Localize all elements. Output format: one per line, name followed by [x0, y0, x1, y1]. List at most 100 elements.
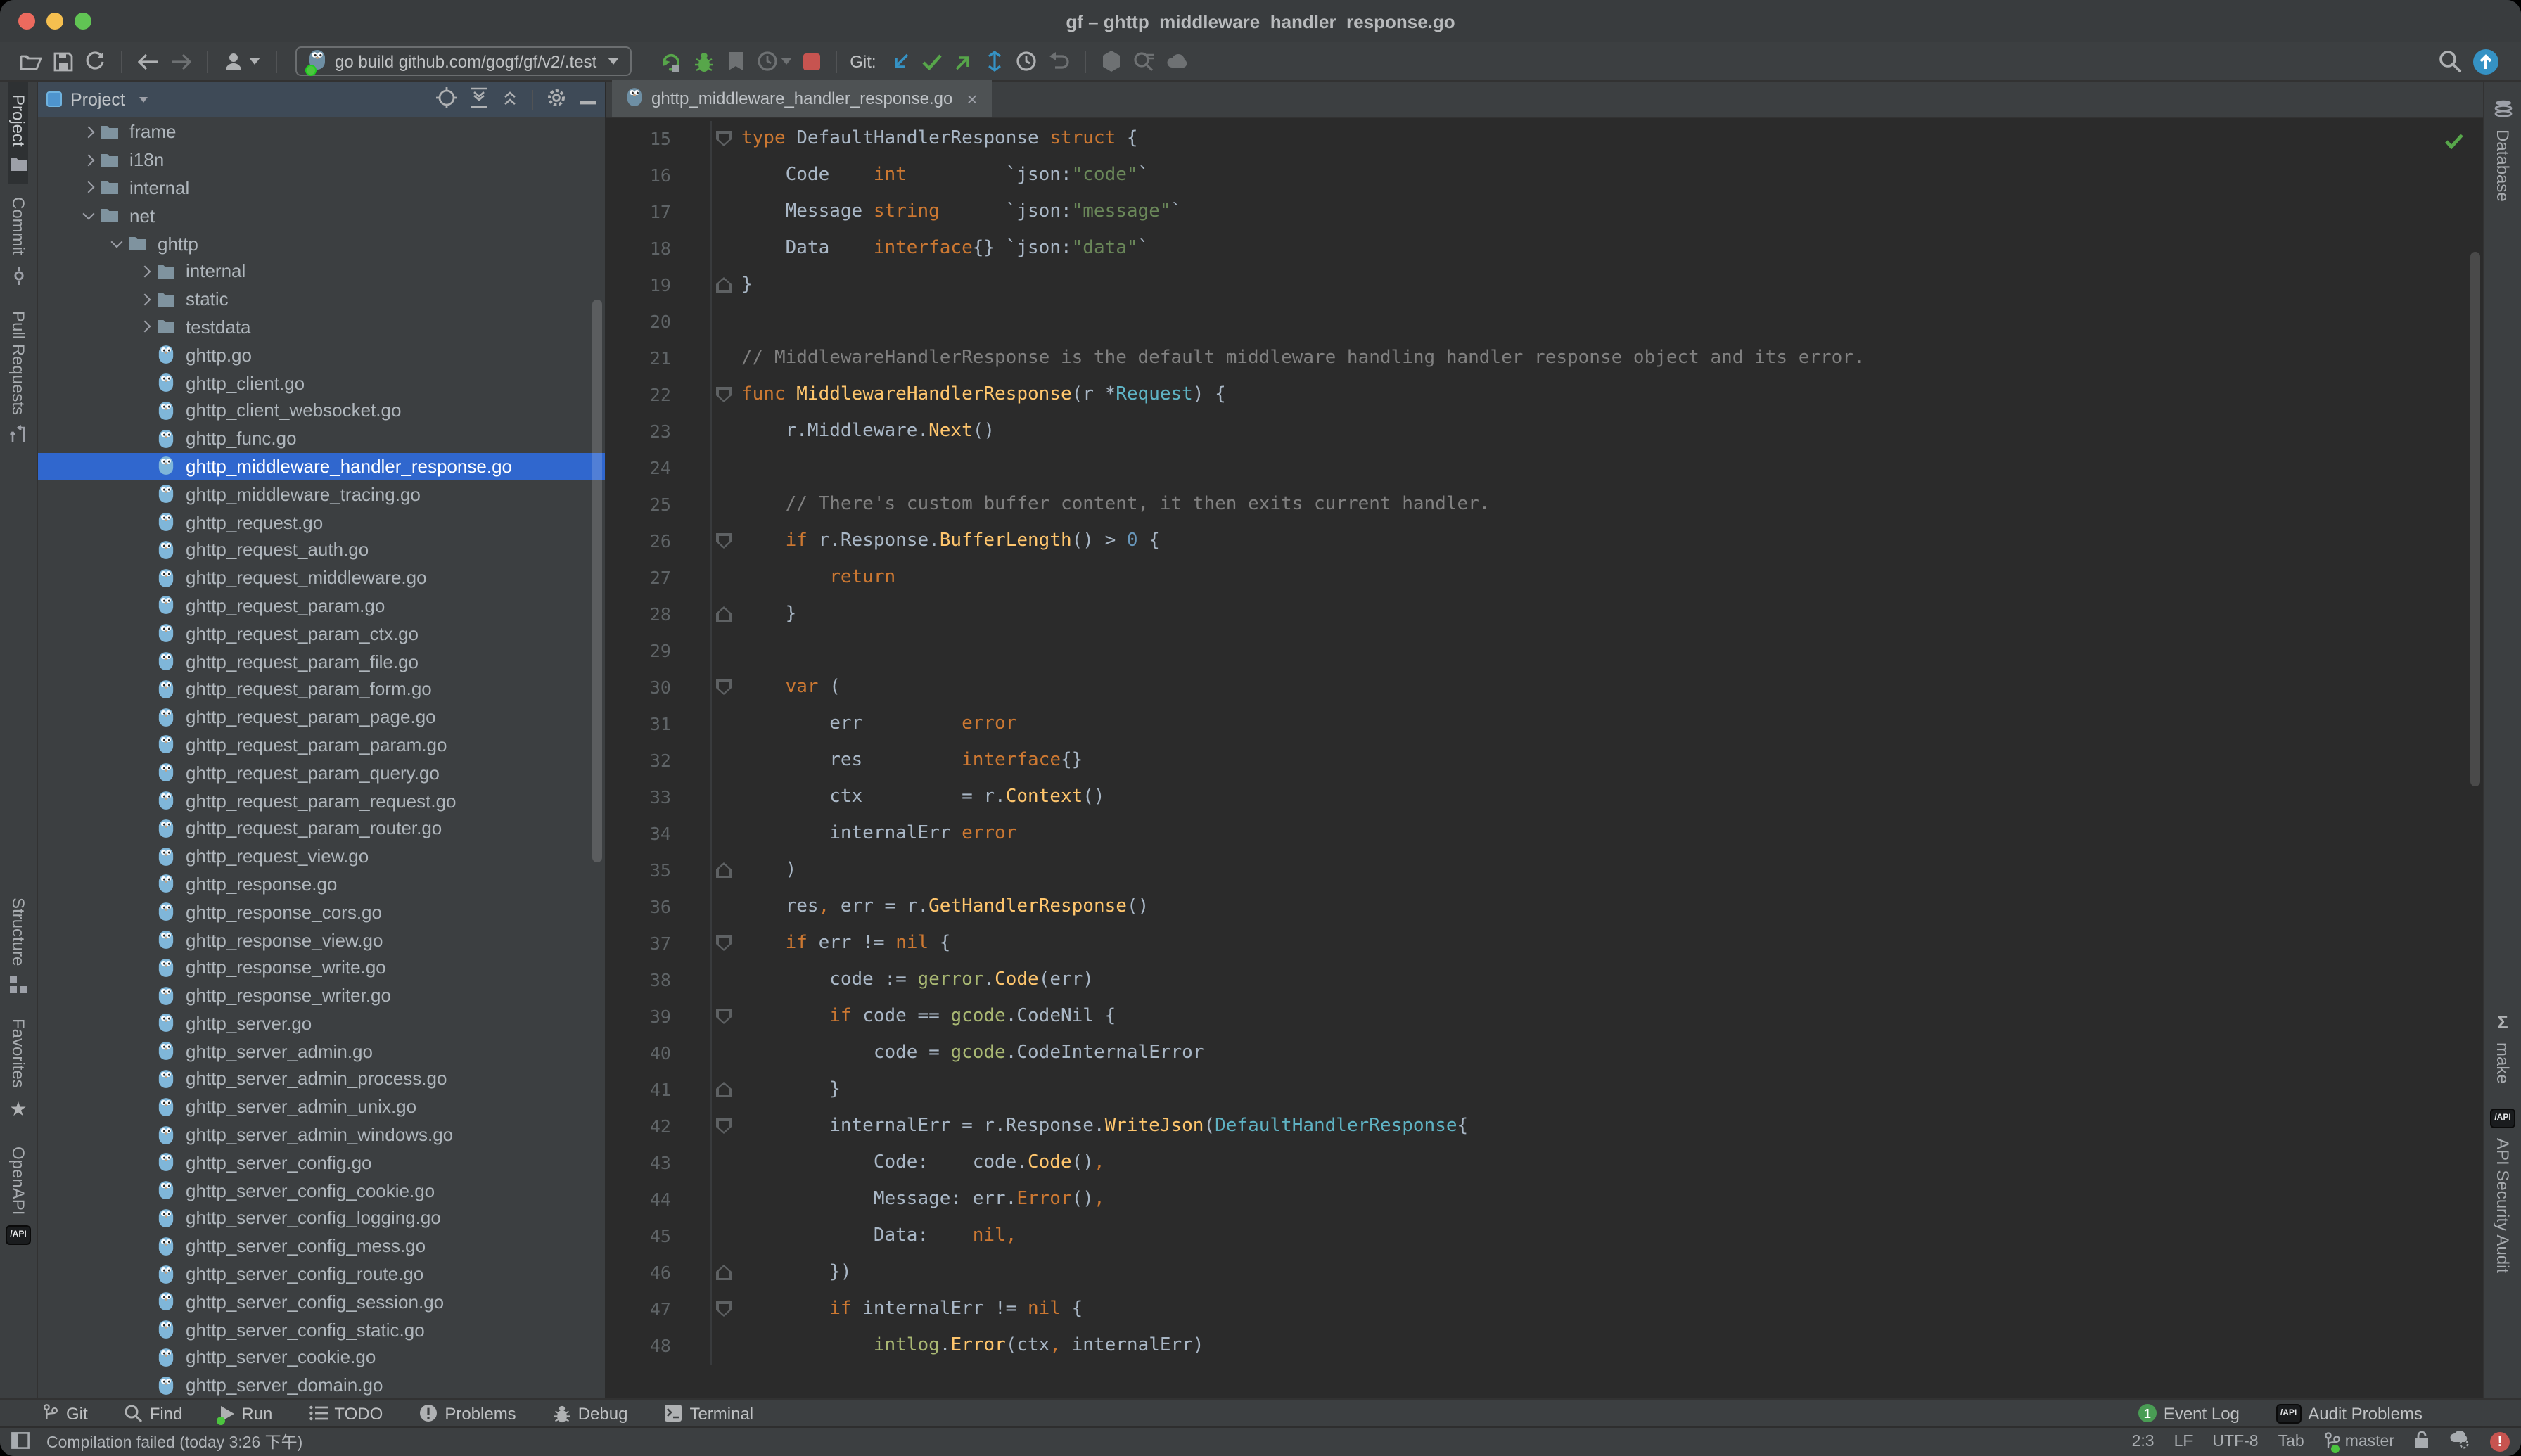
code-line[interactable]: 21// MiddlewareHandlerResponse is the de… [606, 340, 2483, 377]
history-icon[interactable] [1010, 44, 1042, 78]
code-line[interactable]: 22func MiddlewareHandlerResponse(r *Requ… [606, 377, 2483, 414]
search-history-icon[interactable] [1127, 44, 1161, 78]
code-line[interactable]: 29 [606, 633, 2483, 670]
encoding-indicator[interactable]: UTF-8 [2212, 1433, 2258, 1450]
tree-item[interactable]: ghttp_response_writer.go [38, 981, 605, 1009]
toggle-tool-window-bars-icon[interactable] [11, 1431, 30, 1452]
code-line[interactable]: 17 Message string `json:"message"` [606, 194, 2483, 231]
code-editor[interactable]: 15type DefaultHandlerResponse struct {16… [606, 118, 2483, 1398]
debug-icon[interactable] [688, 44, 720, 78]
tree-item[interactable]: ghttp_server_admin_process.go [38, 1065, 605, 1093]
tree-item[interactable]: ghttp_request_param_query.go [38, 759, 605, 787]
close-tab-icon[interactable]: × [966, 88, 977, 109]
expand-all-icon[interactable] [470, 87, 488, 112]
tool-window-button-git[interactable]: Git [42, 1403, 88, 1423]
tree-item[interactable]: ghttp_middleware_handler_response.go [38, 452, 605, 480]
tool-stripe-item-make[interactable]: Σmake [2493, 998, 2513, 1096]
fold-marker-icon[interactable] [716, 1009, 732, 1024]
tree-item[interactable]: ghttp_request_param_router.go [38, 815, 605, 843]
code-line[interactable]: 32 res interface{} [606, 743, 2483, 779]
tree-item[interactable]: ghttp_response_write.go [38, 954, 605, 982]
tree-item[interactable]: ghttp_request.go [38, 508, 605, 536]
tree-item[interactable]: ghttp_server_config_cookie.go [38, 1177, 605, 1205]
stop-icon[interactable] [798, 44, 826, 78]
code-line[interactable]: 42 internalErr = r.Response.WriteJson(De… [606, 1109, 2483, 1145]
tool-window-button-find[interactable]: Find [125, 1403, 183, 1423]
code-line[interactable]: 20 [606, 304, 2483, 340]
tool-stripe-item-project[interactable]: Project [8, 82, 28, 185]
tree-expand-icon[interactable] [134, 317, 155, 338]
line-ending-indicator[interactable]: LF [2174, 1433, 2193, 1450]
git-merge-icon[interactable] [979, 44, 1010, 78]
fold-marker-icon[interactable] [716, 387, 732, 402]
tree-item[interactable]: ghttp_server_config_static.go [38, 1316, 605, 1344]
tree-item[interactable]: ghttp_request_param_request.go [38, 786, 605, 815]
tool-stripe-item-structure[interactable]: Structure [8, 886, 28, 1006]
tree-item[interactable]: ghttp_server_cookie.go [38, 1343, 605, 1372]
lock-icon[interactable] [2414, 1431, 2430, 1453]
hide-panel-icon[interactable] [580, 89, 596, 109]
tree-item[interactable]: ghttp_server_admin_unix.go [38, 1093, 605, 1121]
sync-icon[interactable] [79, 44, 111, 78]
code-line[interactable]: 15type DefaultHandlerResponse struct { [606, 121, 2483, 158]
code-line[interactable]: 19} [606, 267, 2483, 304]
code-line[interactable]: 35 ) [606, 852, 2483, 889]
caret-position[interactable]: 2:3 [2132, 1433, 2155, 1450]
tree-item[interactable]: ghttp_server_config_mess.go [38, 1232, 605, 1260]
tree-item[interactable]: ghttp_request_param_page.go [38, 703, 605, 731]
tree-item[interactable]: ghttp_response_cors.go [38, 898, 605, 926]
tree-item[interactable]: ghttp_func.go [38, 425, 605, 453]
tree-item[interactable]: ghttp_response.go [38, 870, 605, 898]
tool-stripe-item-api-security-audit[interactable]: /APIAPI Security Audit [2490, 1096, 2515, 1286]
tool-stripe-item-favorites[interactable]: Favorites★ [8, 1006, 28, 1135]
profiler-icon[interactable] [751, 44, 798, 78]
tree-item[interactable]: ghttp_request_param_form.go [38, 675, 605, 703]
fold-marker-icon[interactable] [716, 1118, 732, 1134]
fold-marker-icon[interactable] [716, 1265, 732, 1280]
git-commit-icon[interactable] [916, 44, 948, 78]
notifications-error-icon[interactable]: ! [2490, 1432, 2510, 1452]
fold-marker-icon[interactable] [716, 679, 732, 695]
git-push-icon[interactable] [948, 44, 979, 78]
tree-item[interactable]: ghttp_server.go [38, 1009, 605, 1037]
tree-expand-icon[interactable] [134, 288, 155, 309]
tool-window-button-event-log[interactable]: 1Event Log [2138, 1403, 2240, 1423]
code-line[interactable]: 26 if r.Response.BufferLength() > 0 { [606, 523, 2483, 560]
shelve-icon[interactable] [1096, 44, 1127, 78]
code-line[interactable]: 34 internalErr error [606, 816, 2483, 852]
fold-marker-icon[interactable] [716, 1082, 732, 1097]
zoom-window-button[interactable] [75, 13, 91, 30]
fold-marker-icon[interactable] [716, 935, 732, 951]
code-line[interactable]: 44 Message: err.Error(), [606, 1182, 2483, 1218]
cloud-icon[interactable] [1161, 44, 1194, 78]
minimize-window-button[interactable] [46, 13, 63, 30]
code-line[interactable]: 38 code := gerror.Code(err) [606, 962, 2483, 999]
code-line[interactable]: 45 Data: nil, [606, 1218, 2483, 1255]
code-line[interactable]: 24 [606, 450, 2483, 487]
tree-expand-icon[interactable] [106, 233, 127, 254]
tool-window-button-audit-problems[interactable]: /APIAudit Problems [2276, 1403, 2423, 1423]
tree-expand-icon[interactable] [134, 261, 155, 282]
tree-item[interactable]: ghttp_middleware_tracing.go [38, 480, 605, 509]
tree-item[interactable]: net [38, 202, 605, 230]
tree-item[interactable]: ghttp_client_websocket.go [38, 397, 605, 425]
tree-item[interactable]: ghttp.go [38, 341, 605, 369]
tree-item[interactable]: ghttp_request_param.go [38, 592, 605, 620]
tool-window-button-debug[interactable]: Debug [553, 1403, 628, 1423]
search-everywhere-icon[interactable] [2432, 44, 2468, 78]
code-line[interactable]: 48 intlog.Error(ctx, internalErr) [606, 1328, 2483, 1365]
code-line[interactable]: 25 // There's custom buffer content, it … [606, 487, 2483, 523]
project-view-selector[interactable]: Project [46, 89, 148, 109]
tree-item[interactable]: testdata [38, 313, 605, 341]
settings-gear-icon[interactable] [546, 87, 567, 112]
rollback-icon[interactable] [1042, 44, 1075, 78]
code-line[interactable]: 47 if internalErr != nil { [606, 1291, 2483, 1328]
tree-item[interactable]: frame [38, 118, 605, 146]
code-line[interactable]: 43 Code: code.Code(), [606, 1145, 2483, 1182]
tool-window-button-todo[interactable]: TODO [309, 1403, 383, 1423]
tree-item[interactable]: ghttp_server_config_route.go [38, 1260, 605, 1288]
tree-item[interactable]: ghttp_response_view.go [38, 926, 605, 954]
tree-item[interactable]: ghttp_request_view.go [38, 842, 605, 870]
code-line[interactable]: 23 r.Middleware.Next() [606, 414, 2483, 450]
editor-scrollbar[interactable] [2470, 252, 2480, 786]
